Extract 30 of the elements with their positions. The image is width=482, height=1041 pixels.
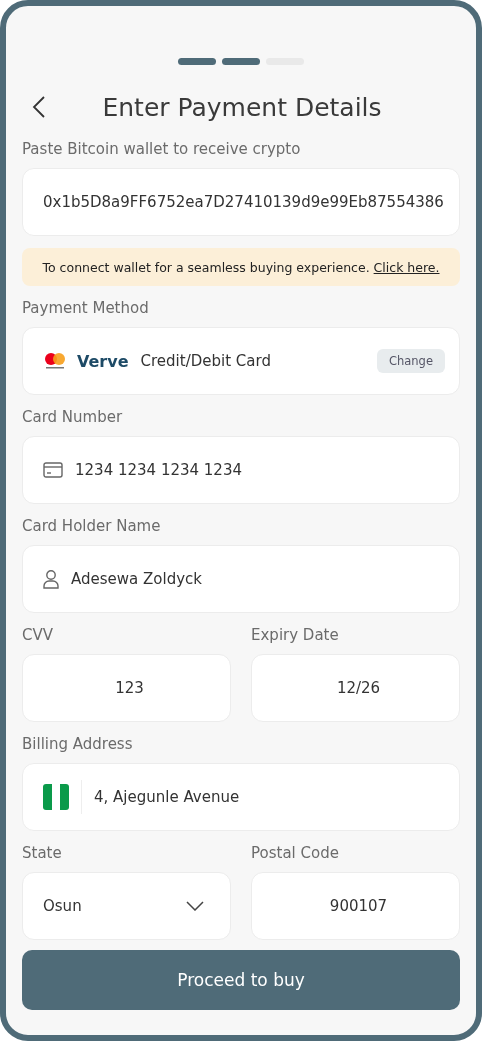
- page-title: Enter Payment Details: [101, 92, 383, 122]
- billing-address-field[interactable]: 4, Ajegunle Avenue: [22, 763, 460, 831]
- expiry-field[interactable]: 12/26: [251, 654, 460, 722]
- mastercard-logo-icon: [43, 352, 67, 370]
- field-label: Paste Bitcoin wallet to receive crypto: [22, 139, 302, 159]
- field-label: Card Holder Name: [22, 516, 162, 536]
- user-icon: [43, 569, 59, 589]
- proceed-button[interactable]: Proceed to buy: [22, 950, 460, 1010]
- field-label: State: [22, 843, 63, 863]
- field-label: Postal Code: [251, 843, 340, 863]
- field-label: CVV: [22, 625, 54, 645]
- field-label: Card Number: [22, 407, 124, 427]
- click-here-link[interactable]: Click here.: [373, 259, 440, 275]
- cvv-field[interactable]: 123: [22, 654, 231, 722]
- field-label: Billing Address: [22, 734, 134, 754]
- change-button[interactable]: Change: [376, 349, 445, 373]
- chevron-left-icon: [32, 95, 46, 119]
- state-dropdown[interactable]: Osun: [22, 872, 231, 940]
- card-icon: [43, 462, 63, 478]
- card-holder-field[interactable]: Adesewa Zoldyck: [22, 545, 460, 613]
- notice-text: To connect wallet for a seamless buying experience. Click here.: [42, 259, 440, 275]
- flag-icon: [43, 784, 69, 810]
- postal-code-field[interactable]: 900107: [251, 872, 460, 940]
- field-label: Payment Method: [22, 298, 150, 318]
- payment-method-field[interactable]: Verve Credit/Debit Card Change: [22, 327, 460, 395]
- chevron-down-icon: [186, 901, 204, 911]
- wallet-field[interactable]: 0x1b5D8a9FF6752ea7D27410139d9e99Eb87554386: [22, 168, 460, 236]
- field-label: Expiry Date: [251, 625, 340, 645]
- card-number-field[interactable]: 1234 1234 1234 1234: [22, 436, 460, 504]
- verve-logo: Verve: [77, 351, 129, 371]
